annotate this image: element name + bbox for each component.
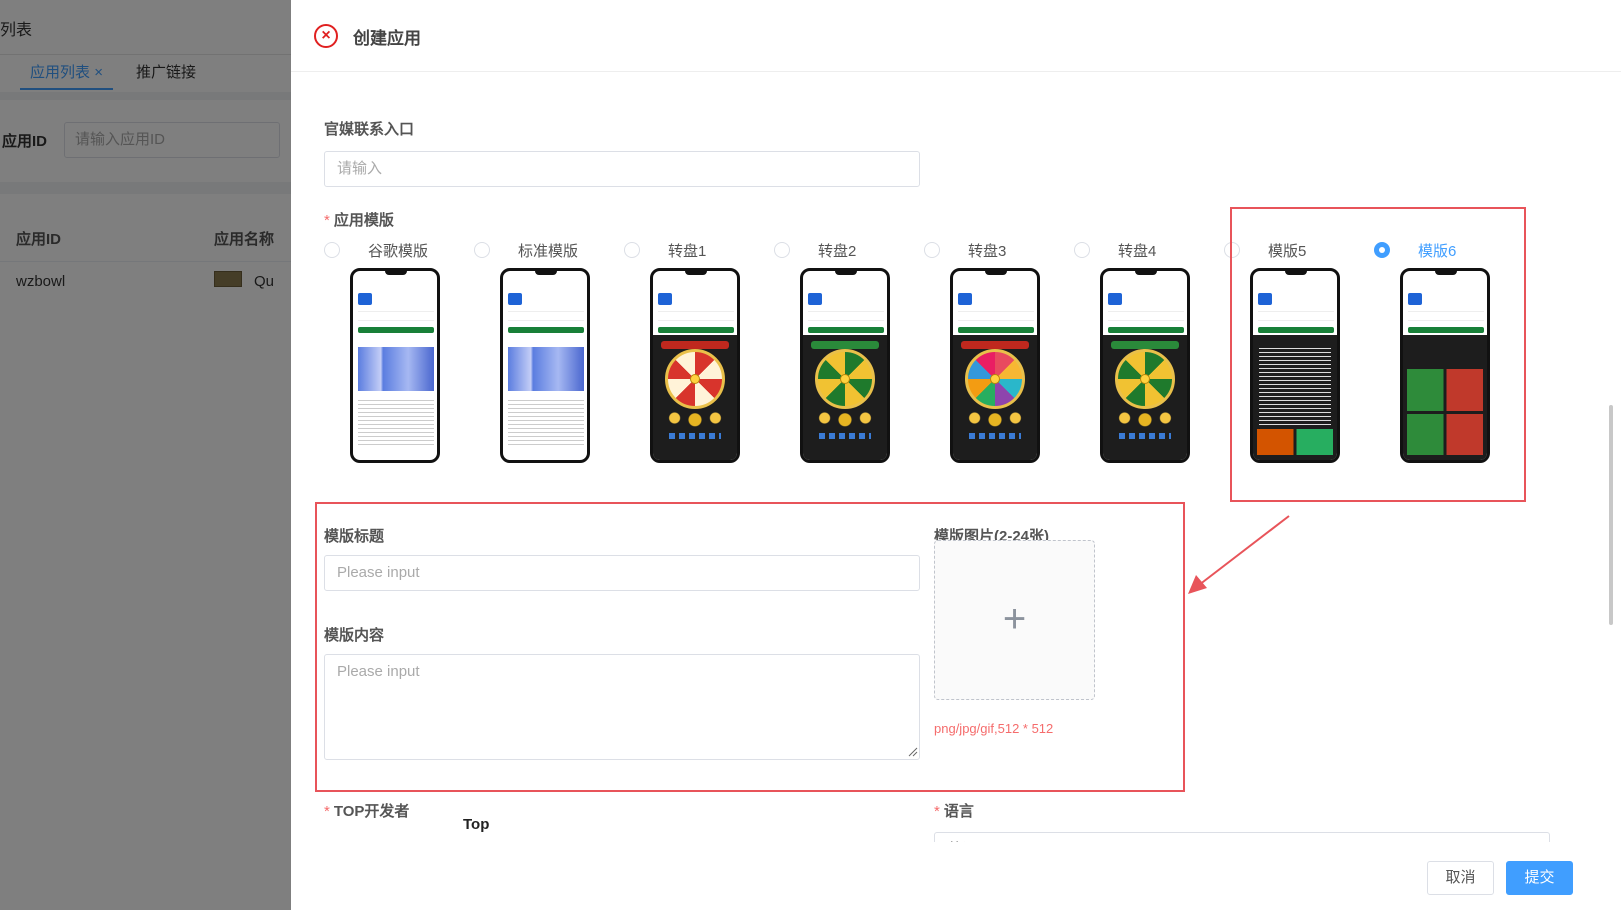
template-option-label: 转盘1 — [668, 243, 707, 260]
create-app-drawer: × 创建应用 官媒联系入口 请输入 * 应用模版 谷歌模版 标准模版 转盘1 转… — [291, 0, 1621, 910]
template-option-label: 转盘4 — [1118, 243, 1157, 260]
template-option-label: 转盘3 — [968, 243, 1007, 260]
template-option-label: 转盘2 — [818, 243, 857, 260]
drawer-title: 创建应用 — [353, 29, 421, 48]
template-radio[interactable] — [1074, 242, 1090, 258]
language-label-text: 语言 — [943, 803, 974, 820]
template-label-text: 应用模版 — [333, 212, 394, 229]
template-option[interactable]: 转盘1 — [624, 238, 764, 468]
cancel-button[interactable]: 取消 — [1427, 861, 1494, 895]
resize-handle-icon[interactable] — [908, 747, 918, 757]
required-mark: * — [934, 803, 940, 820]
template-title-label: 模版标题 — [324, 528, 385, 545]
image-upload-box[interactable]: + — [934, 540, 1095, 700]
template-radio[interactable] — [474, 242, 490, 258]
template-preview-image — [350, 268, 440, 463]
required-mark: * — [324, 212, 330, 229]
highlight-box — [1230, 207, 1526, 502]
template-label: * 应用模版 — [324, 209, 394, 230]
template-option[interactable]: 谷歌模版 — [324, 238, 464, 468]
template-title-input[interactable]: Please input — [324, 555, 920, 591]
official-contact-label: 官媒联系入口 — [324, 121, 415, 138]
drawer-header: × 创建应用 — [291, 0, 1621, 72]
template-preview-image — [800, 268, 890, 463]
modal-overlay[interactable] — [0, 0, 291, 910]
plus-icon: + — [1002, 597, 1027, 641]
official-contact-input[interactable]: 请输入 — [324, 151, 920, 187]
template-option[interactable]: 转盘3 — [924, 238, 1064, 468]
submit-button[interactable]: 提交 — [1506, 861, 1573, 895]
template-option[interactable]: 标准模版 — [474, 238, 614, 468]
template-preview-image — [650, 268, 740, 463]
scrollbar-thumb[interactable] — [1609, 405, 1613, 625]
close-icon[interactable]: × — [314, 24, 338, 48]
template-option[interactable]: 转盘2 — [774, 238, 914, 468]
language-label: * 语言 — [934, 800, 974, 821]
top-badge-image: Top — [463, 816, 490, 833]
template-option[interactable]: 转盘4 — [1074, 238, 1214, 468]
template-radio[interactable] — [924, 242, 940, 258]
template-preview-image — [950, 268, 1040, 463]
template-radio[interactable] — [624, 242, 640, 258]
top-developer-label-text: TOP开发者 — [333, 803, 410, 820]
template-preview-image — [500, 268, 590, 463]
upload-hint: png/jpg/gif,512 * 512 — [934, 721, 1054, 736]
template-option-label: 标准模版 — [518, 243, 579, 260]
template-radio[interactable] — [774, 242, 790, 258]
top-developer-label: * TOP开发者 — [324, 800, 409, 821]
scrollbar[interactable] — [1609, 105, 1613, 625]
required-mark: * — [324, 803, 330, 820]
template-radio[interactable] — [324, 242, 340, 258]
template-content-textarea[interactable]: Please input — [324, 654, 920, 760]
template-content-label: 模版内容 — [324, 627, 385, 644]
template-option-label: 谷歌模版 — [368, 243, 429, 260]
template-preview-image — [1100, 268, 1190, 463]
